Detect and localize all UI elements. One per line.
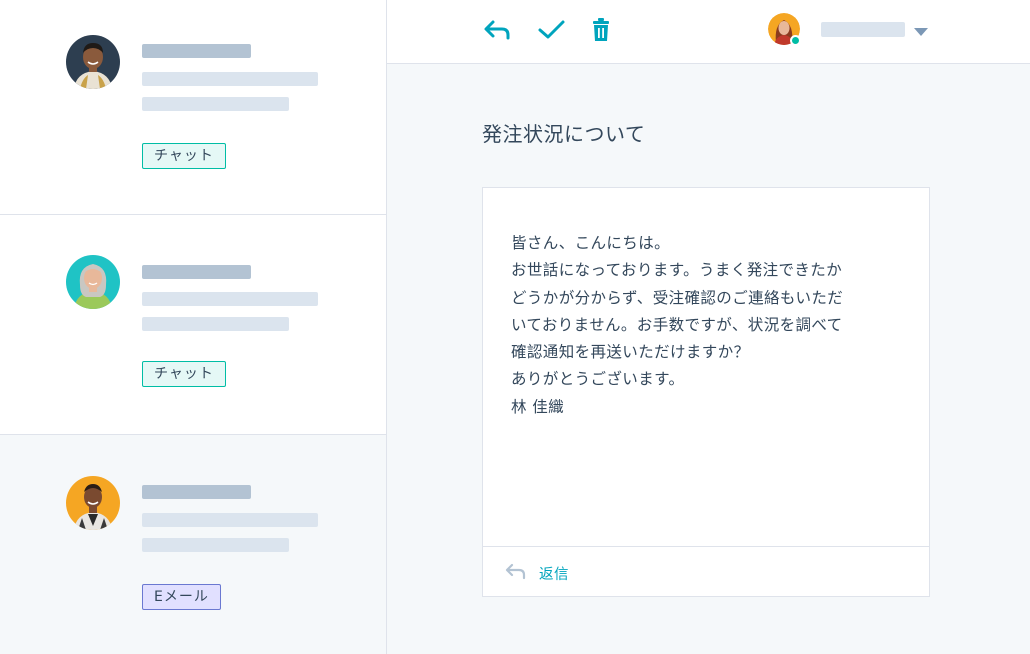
preview-line-placeholder [142, 292, 318, 306]
contact-avatar [66, 35, 120, 89]
reply-label: 返信 [539, 567, 569, 583]
conversation-item[interactable]: チャット [0, 215, 386, 435]
message-subject: 発注状況について [482, 122, 646, 146]
check-icon[interactable] [537, 16, 567, 44]
preview-line-placeholder [142, 72, 318, 86]
message-line: ありがとうございます。 [511, 370, 685, 389]
reply-icon[interactable] [482, 16, 512, 44]
message-toolbar [387, 0, 1030, 64]
message-line: どうかが分からず、受注確認のご連絡もいただ [511, 288, 844, 307]
conversation-list: チャット チャット Eメール [0, 0, 387, 654]
contact-name-placeholder [142, 485, 251, 499]
message-signature: 林 佳織 [511, 397, 565, 416]
message-line: お世話になっております。うまく発注できたか [511, 261, 843, 280]
contact-avatar [66, 476, 120, 530]
message-line: いておりません。お手数ですが、状況を調べて [511, 315, 843, 334]
chevron-down-icon[interactable] [912, 23, 930, 36]
trash-icon[interactable] [587, 16, 617, 44]
channel-tag-chat: チャット [142, 143, 226, 169]
contact-name-placeholder [142, 265, 251, 279]
reply-button[interactable]: 返信 [483, 546, 929, 597]
reply-arrow-icon [504, 562, 528, 582]
message-line: 確認通知を再送いただけますか？ [511, 343, 750, 362]
message-line: 皆さん、こんにちは。 [511, 234, 671, 252]
online-status-indicator [790, 35, 801, 46]
message-body: 皆さん、こんにちは。 お世話になっております。うまく発注できたか どうかが分から… [511, 230, 911, 421]
conversation-item[interactable]: チャット [0, 0, 386, 215]
assignee-avatar[interactable] [768, 13, 801, 46]
channel-tag-chat: チャット [142, 361, 226, 387]
preview-line-placeholder [142, 97, 289, 111]
assignee-name-placeholder[interactable] [821, 22, 905, 37]
preview-line-placeholder [142, 513, 318, 527]
contact-avatar [66, 255, 120, 309]
contact-name-placeholder [142, 44, 251, 58]
conversation-item-selected[interactable]: Eメール [0, 435, 386, 654]
preview-line-placeholder [142, 538, 289, 552]
preview-line-placeholder [142, 317, 289, 331]
channel-tag-email: Eメール [142, 584, 221, 610]
message-card: 皆さん、こんにちは。 お世話になっております。うまく発注できたか どうかが分から… [482, 187, 930, 597]
